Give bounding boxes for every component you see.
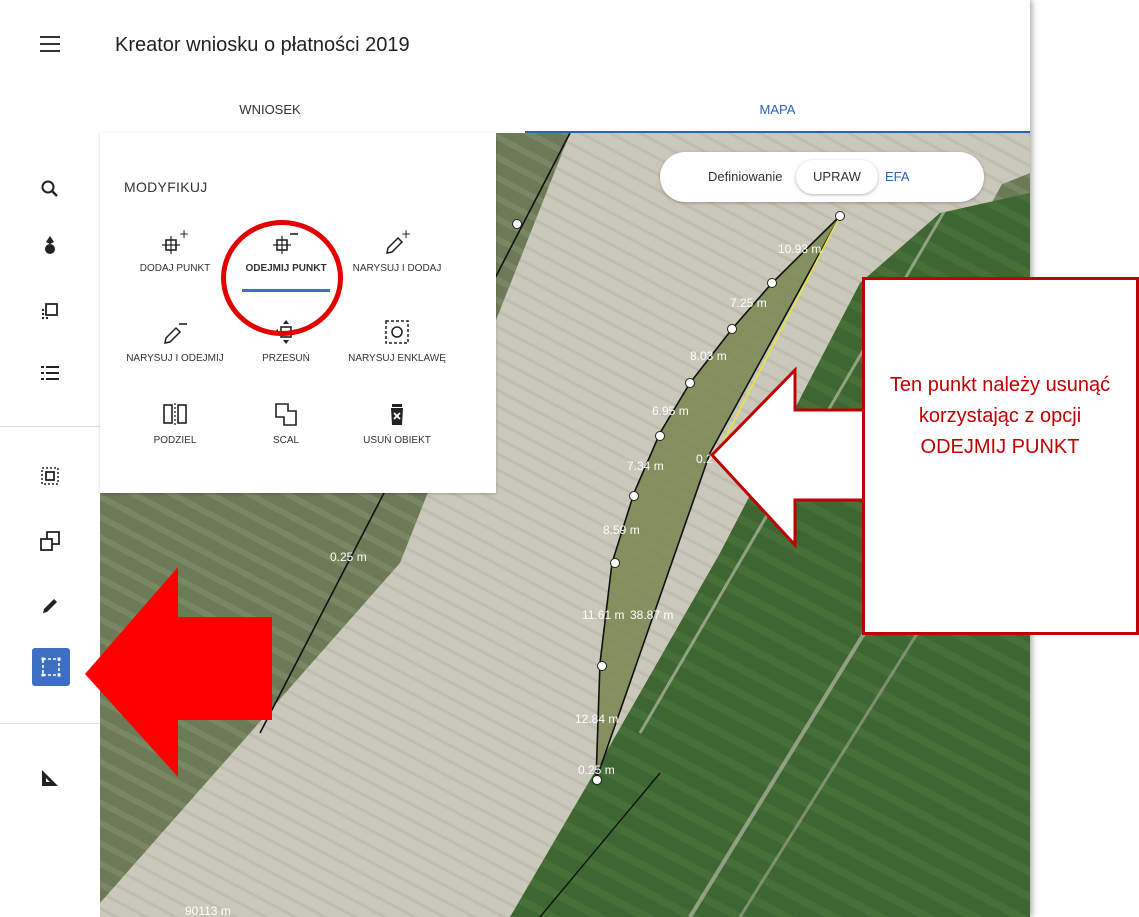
tool-draw-add[interactable]: + NARYSUJ I DODAJ	[347, 223, 447, 274]
sidebar-divider	[0, 426, 100, 427]
merge-icon	[236, 395, 336, 427]
app-title: Kreator wniosku o płatności 2019	[115, 34, 410, 56]
menu-icon[interactable]	[40, 36, 60, 52]
tool-add-point[interactable]: + DODAJ PUNKT	[125, 223, 225, 274]
add-point-icon: +	[125, 223, 225, 255]
definition-toggle: Definiowanie UPRAW EFA	[660, 152, 984, 202]
panel-title: MODYFIKUJ	[124, 179, 208, 195]
modify-icon	[41, 657, 61, 677]
measure-icon[interactable]	[32, 760, 68, 796]
svg-text:+: +	[401, 229, 411, 241]
tool-merge[interactable]: SCAL	[236, 395, 336, 446]
tab-mapa[interactable]: MAPA	[525, 95, 1030, 133]
crop-plant-icon[interactable]	[32, 227, 68, 263]
tool-draw-enclave[interactable]: NARYSUJ ENKLAWĘ	[347, 313, 447, 364]
modify-panel: MODYFIKUJ + DODAJ PUNKT ODEJMIJ PUNKT + …	[100, 133, 496, 493]
copy-shape-icon[interactable]	[32, 523, 68, 559]
delete-object-icon	[347, 395, 447, 427]
draw-subtract-icon	[125, 313, 225, 345]
callout-box: Ten punkt należy usunąć korzystając z op…	[862, 277, 1139, 635]
svg-text:+: +	[179, 229, 189, 241]
tool-draw-subtract[interactable]: NARYSUJ I ODEJMIJ	[125, 313, 225, 364]
split-icon	[125, 395, 225, 427]
list-icon[interactable]	[32, 355, 68, 391]
highlight-circle	[221, 220, 343, 336]
tab-bar: WNIOSEK MAPA	[0, 95, 1030, 134]
enclave-icon	[347, 313, 447, 345]
draw-add-icon: +	[347, 223, 447, 255]
pencil-icon[interactable]	[32, 588, 68, 624]
toggle-option-upraw[interactable]: UPRAW	[796, 160, 878, 194]
tool-split[interactable]: PODZIEL	[125, 395, 225, 446]
parcel-select-icon[interactable]	[32, 293, 68, 329]
tool-delete-object[interactable]: USUŃ OBIEKT	[347, 395, 447, 446]
top-bar: Kreator wniosku o płatności 2019	[0, 0, 1030, 95]
callout-text: Ten punkt należy usunąć korzystając z op…	[889, 374, 1111, 458]
sidebar	[0, 133, 101, 917]
map-scale: 90113 m	[185, 904, 231, 917]
sidebar-divider	[0, 723, 100, 724]
modify-tool-button[interactable]	[32, 648, 70, 686]
tab-wniosek[interactable]: WNIOSEK	[100, 95, 440, 133]
toggle-option-efa[interactable]: EFA	[885, 169, 910, 184]
select-area-icon[interactable]	[32, 458, 68, 494]
toggle-label: Definiowanie	[708, 169, 783, 184]
search-icon[interactable]	[32, 171, 68, 207]
